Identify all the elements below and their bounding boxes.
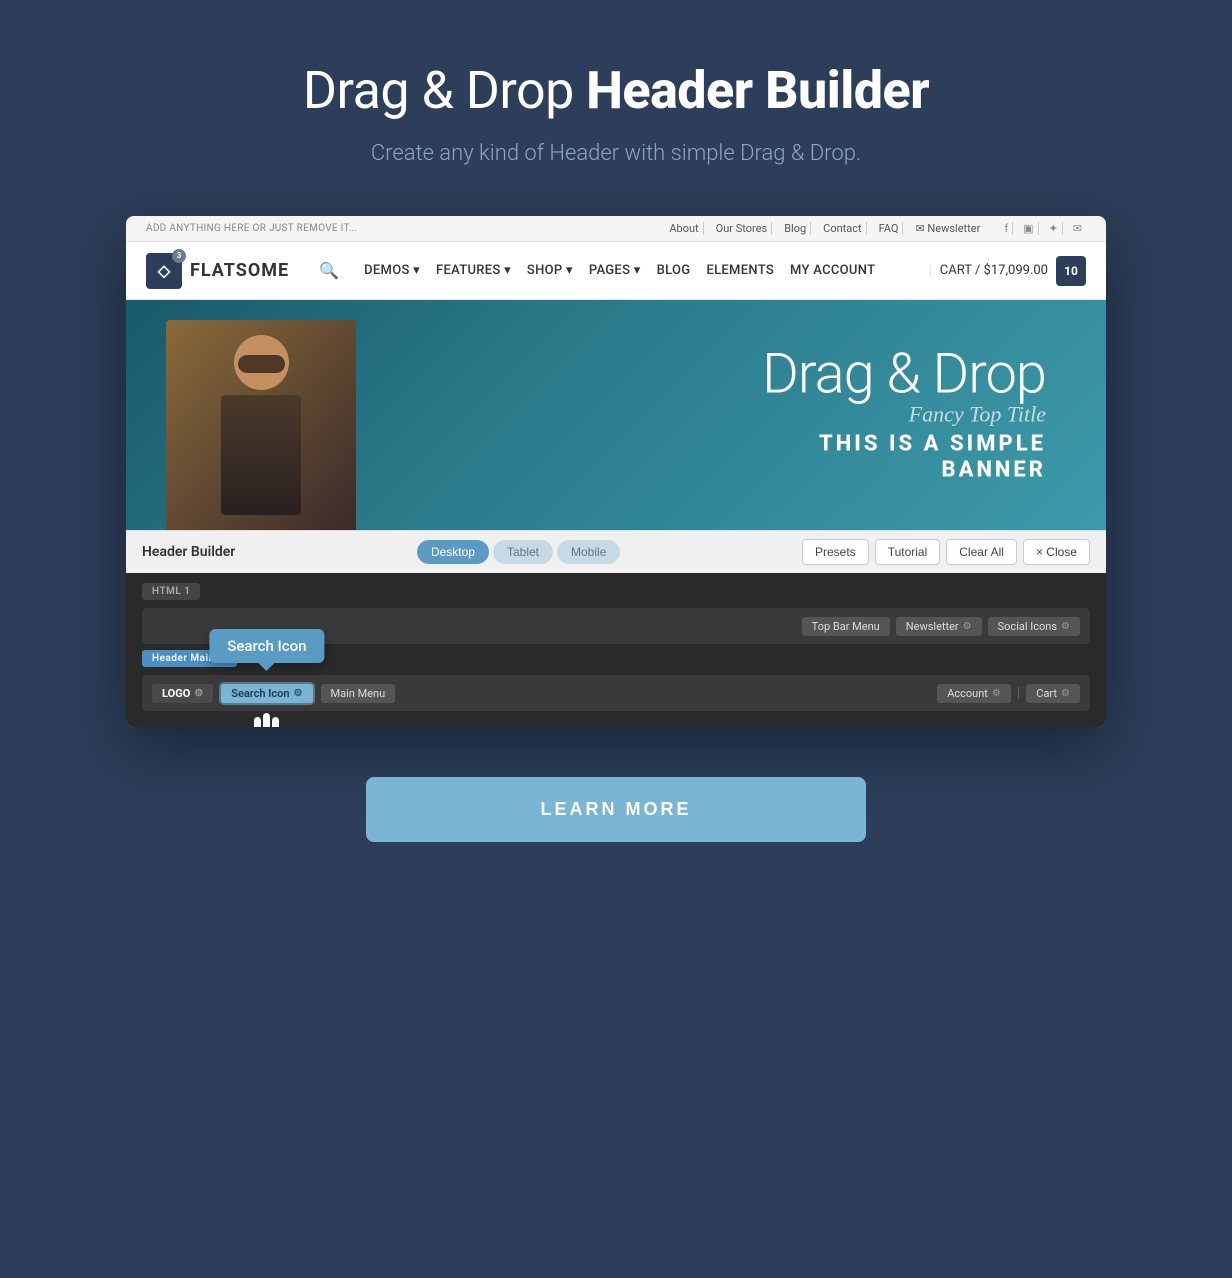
html-row-top: HTML 1 bbox=[142, 583, 1090, 604]
page-subtitle: Create any kind of Header with simple Dr… bbox=[371, 141, 861, 166]
search-item-gear-icon: ⚙ bbox=[294, 688, 303, 699]
nav-blog: BLOG bbox=[657, 263, 691, 278]
top-bar-nav: About Our Stores Blog Contact FAQ ✉ News… bbox=[665, 222, 1086, 235]
main-nav: ◇ 3 FLATSOME 🔍 DEMOS ▾ FEATURES ▾ SHOP ▾… bbox=[126, 242, 1106, 300]
nav-links: DEMOS ▾ FEATURES ▾ SHOP ▾ PAGES ▾ BLOG E… bbox=[364, 263, 875, 278]
builder-bar: Header Builder Desktop Tablet Mobile Pre… bbox=[126, 530, 1106, 573]
top-bar-announcement: ADD ANYTHING HERE OR JUST REMOVE IT... bbox=[146, 223, 358, 234]
nav-features: FEATURES ▾ bbox=[436, 263, 511, 278]
search-icon-container[interactable]: Search Icon Search Icon ⚙ bbox=[221, 684, 312, 703]
nav-demos: DEMOS ▾ bbox=[364, 263, 420, 278]
nav-pages: PAGES ▾ bbox=[589, 263, 641, 278]
top-bar-menu-label: Top Bar Menu bbox=[812, 620, 880, 633]
cart-count: 10 bbox=[1056, 256, 1086, 286]
newsletter-label: Newsletter bbox=[906, 620, 959, 633]
tab-desktop[interactable]: Desktop bbox=[417, 540, 489, 564]
header-main-row: Header Main ⚙ LOGO ⚙ Search Icon Search … bbox=[142, 650, 1090, 711]
page-title: Drag & Drop Header Builder bbox=[303, 60, 929, 121]
html-label: HTML 1 bbox=[142, 583, 200, 600]
person-body bbox=[221, 395, 301, 515]
title-bold: Header Builder bbox=[586, 60, 929, 121]
tooltip-text: Search Icon bbox=[227, 637, 306, 655]
cursor-hand bbox=[242, 709, 292, 728]
main-menu-item: Main Menu bbox=[321, 684, 396, 703]
close-button[interactable]: × Close bbox=[1023, 539, 1090, 565]
nav-about: About bbox=[665, 222, 703, 235]
builder-title: Header Builder bbox=[142, 544, 235, 560]
email-icon: ✉ bbox=[1069, 222, 1086, 235]
facebook-icon: f bbox=[1000, 222, 1013, 235]
hand-cursor-svg bbox=[242, 709, 292, 728]
logo-builder-item: LOGO ⚙ bbox=[152, 684, 213, 703]
cart-gear-icon: ⚙ bbox=[1061, 688, 1070, 699]
search-icon-builder-label: Search Icon bbox=[231, 687, 289, 700]
person-glasses bbox=[238, 355, 285, 373]
nav-contact: Contact bbox=[819, 222, 866, 235]
cart-label: Cart bbox=[1036, 687, 1057, 700]
search-icon-builder-item[interactable]: Search Icon ⚙ bbox=[221, 684, 312, 703]
nav-elements: ELEMENTS bbox=[706, 263, 774, 278]
tab-tablet[interactable]: Tablet bbox=[493, 540, 553, 564]
social-icons-item: Social Icons ⚙ bbox=[988, 617, 1080, 636]
tab-mobile[interactable]: Mobile bbox=[557, 540, 620, 564]
nav-faq: FAQ bbox=[875, 222, 904, 235]
logo-builder-label: LOGO bbox=[162, 687, 190, 700]
nav-shop: SHOP ▾ bbox=[527, 263, 573, 278]
nav-myaccount: MY ACCOUNT bbox=[790, 263, 875, 278]
hero-text-area: Drag & Drop Fancy Top Title THIS IS A SI… bbox=[762, 346, 1046, 485]
twitter-icon: ✦ bbox=[1045, 222, 1063, 235]
builder-actions[interactable]: Presets Tutorial Clear All × Close bbox=[802, 539, 1090, 565]
logo-text: FLATSOME bbox=[190, 260, 289, 281]
logo-gear-icon: ⚙ bbox=[194, 688, 203, 699]
logo-area: ◇ 3 FLATSOME bbox=[146, 253, 289, 289]
account-item: Account ⚙ bbox=[937, 684, 1011, 703]
search-icon-tooltip: Search Icon bbox=[209, 629, 324, 663]
person-head bbox=[234, 335, 289, 390]
social-icons-label: Social Icons bbox=[998, 620, 1057, 633]
newsletter-item: Newsletter ⚙ bbox=[896, 617, 982, 636]
hero-person bbox=[166, 320, 356, 530]
browser-window: ADD ANYTHING HERE OR JUST REMOVE IT... A… bbox=[126, 216, 1106, 727]
cart-divider: | bbox=[929, 263, 932, 278]
social-icons-gear-icon: ⚙ bbox=[1061, 621, 1070, 632]
instagram-icon: ▣ bbox=[1019, 222, 1038, 235]
cart-item: Cart ⚙ bbox=[1026, 684, 1080, 703]
newsletter-gear-icon: ⚙ bbox=[963, 621, 972, 632]
html-right-items: Top Bar Menu Newsletter ⚙ Social Icons ⚙ bbox=[802, 617, 1080, 636]
hero-sub-text: THIS IS A SIMPLEBANNER bbox=[762, 432, 1046, 485]
builder-tabs[interactable]: Desktop Tablet Mobile bbox=[417, 540, 620, 564]
main-right-items: Account ⚙ | Cart ⚙ bbox=[937, 684, 1080, 703]
top-bar-menu-item: Top Bar Menu bbox=[802, 617, 890, 636]
search-icon: 🔍 bbox=[319, 261, 339, 280]
account-label: Account bbox=[947, 687, 988, 700]
title-normal: Drag & Drop bbox=[303, 60, 586, 121]
hero-banner: Drag & Drop Fancy Top Title THIS IS A SI… bbox=[126, 300, 1106, 530]
builder-rows: HTML 1 Top Bar Menu Newsletter ⚙ Social … bbox=[126, 573, 1106, 727]
header-main-items-row: LOGO ⚙ Search Icon Search Icon ⚙ bbox=[142, 675, 1090, 711]
account-gear-icon: ⚙ bbox=[992, 688, 1001, 699]
hero-main-text: Drag & Drop bbox=[762, 346, 1046, 402]
presets-button[interactable]: Presets bbox=[802, 539, 869, 565]
logo-icon: ◇ 3 bbox=[146, 253, 182, 289]
nav-stores: Our Stores bbox=[712, 222, 773, 235]
nav-cart: | CART / $17,099.00 10 bbox=[929, 256, 1086, 286]
nav-newsletter: ✉ Newsletter bbox=[911, 222, 984, 235]
logo-badge: 3 bbox=[172, 249, 186, 263]
items-divider: | bbox=[1017, 685, 1020, 701]
nav-blog: Blog bbox=[780, 222, 811, 235]
top-bar: ADD ANYTHING HERE OR JUST REMOVE IT... A… bbox=[126, 216, 1106, 242]
learn-more-button[interactable]: LEARN MORE bbox=[366, 777, 866, 842]
social-icons: f ▣ ✦ ✉ bbox=[1000, 222, 1086, 235]
main-menu-label: Main Menu bbox=[331, 687, 386, 700]
clear-all-button[interactable]: Clear All bbox=[946, 539, 1017, 565]
cart-text: CART / $17,099.00 bbox=[940, 263, 1048, 278]
tutorial-button[interactable]: Tutorial bbox=[875, 539, 941, 565]
